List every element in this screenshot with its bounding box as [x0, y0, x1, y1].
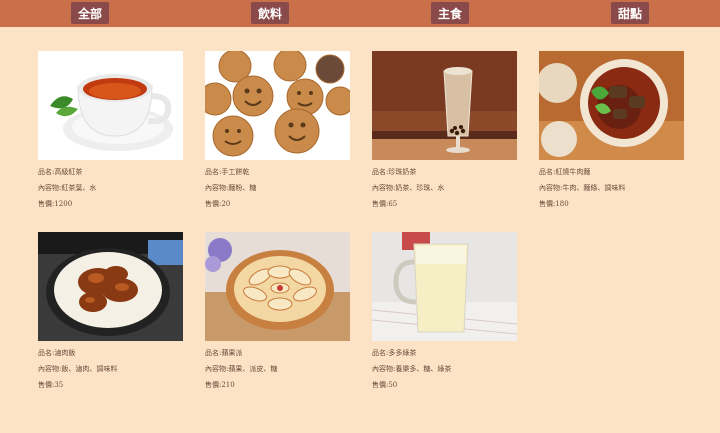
nav-dessert-button[interactable]: 甜點 — [611, 2, 649, 24]
product-card[interactable]: 品名:蘋果派 內容物:蘋果、派皮、糖 售價:210 — [205, 232, 350, 390]
product-price: 售價:180 — [539, 200, 569, 208]
product-name: 品名:多多綠茶 — [372, 349, 417, 357]
product-price: 售價:50 — [372, 381, 398, 389]
product-name: 品名:紅燒牛肉麵 — [539, 168, 591, 176]
product-contents: 內容物:麵粉、糖 — [205, 184, 257, 192]
product-name: 品名:高級紅茶 — [38, 168, 83, 176]
product-price: 售價:1200 — [38, 200, 73, 208]
product-card[interactable]: 品名:滷肉飯 內容物:飯、滷肉、調味料 售價:35 — [38, 232, 183, 390]
product-card[interactable]: 品名:高級紅茶 內容物:紅茶葉、水 售價:1200 — [38, 51, 183, 209]
product-contents: 內容物:養樂多、糖、綠茶 — [372, 365, 452, 373]
product-contents: 內容物:紅茶葉、水 — [38, 184, 97, 192]
product-card[interactable]: 品名:紅燒牛肉麵 內容物:牛肉、麵條、調味料 售價:180 — [539, 51, 684, 209]
beef-noodle-soup-image[interactable] — [539, 51, 684, 160]
product-price: 售價:35 — [38, 381, 64, 389]
smiley-cookies-image[interactable] — [205, 51, 350, 160]
product-name: 品名:手工餅乾 — [205, 168, 250, 176]
yakult-green-tea-image[interactable] — [372, 232, 517, 341]
red-tea-cup-image[interactable] — [38, 51, 183, 160]
product-price: 售價:65 — [372, 200, 398, 208]
product-name: 品名:珍珠奶茶 — [372, 168, 417, 176]
bubble-milk-tea-image[interactable] — [372, 51, 517, 160]
product-card[interactable]: 品名:珍珠奶茶 內容物:奶茶、珍珠、水 售價:65 — [372, 51, 517, 209]
product-contents: 內容物:奶茶、珍珠、水 — [372, 184, 445, 192]
product-price: 售價:20 — [205, 200, 231, 208]
nav-drinks-button[interactable]: 飲料 — [251, 2, 289, 24]
product-card[interactable]: 品名:手工餅乾 內容物:麵粉、糖 售價:20 — [205, 51, 350, 209]
product-contents: 內容物:蘋果、派皮、糖 — [205, 365, 278, 373]
product-contents: 內容物:牛肉、麵條、調味料 — [539, 184, 626, 192]
product-card[interactable]: 品名:多多綠茶 內容物:養樂多、糖、綠茶 售價:50 — [372, 232, 517, 390]
top-nav-bar: 全部 飲料 主食 甜點 — [0, 0, 720, 27]
braised-pork-rice-image[interactable] — [38, 232, 183, 341]
product-name: 品名:蘋果派 — [205, 349, 243, 357]
product-contents: 內容物:飯、滷肉、調味料 — [38, 365, 118, 373]
product-name: 品名:滷肉飯 — [38, 349, 76, 357]
product-price: 售價:210 — [205, 381, 235, 389]
apple-pie-image[interactable] — [205, 232, 350, 341]
nav-all-button[interactable]: 全部 — [71, 2, 109, 24]
nav-main-dish-button[interactable]: 主食 — [431, 2, 469, 24]
